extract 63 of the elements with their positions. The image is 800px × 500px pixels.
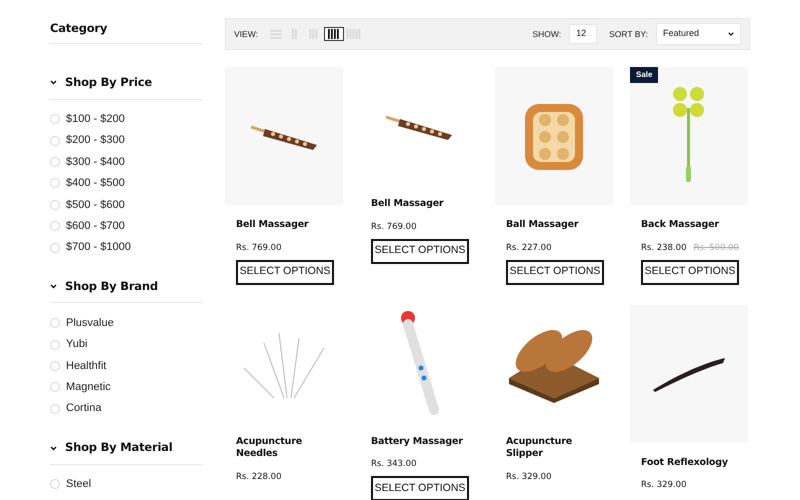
filter-option[interactable]: Plusvalue: [66, 314, 114, 332]
product-price: Rs. 238.00: [641, 242, 686, 255]
chevron-icon[interactable]: [50, 446, 57, 451]
filter-option[interactable]: Steel: [66, 476, 92, 493]
product-name[interactable]: Foot Reflexology: [641, 456, 748, 470]
product-name[interactable]: Acupuncture Needles: [236, 436, 316, 462]
filter-option[interactable]: $300 - $400: [66, 154, 125, 170]
radio-button[interactable]: [50, 360, 60, 371]
view-grid4-icon[interactable]: [324, 27, 344, 41]
chevron-icon[interactable]: [50, 80, 57, 86]
product-price: Rs. 769.00: [371, 220, 416, 234]
radio-button[interactable]: [50, 318, 60, 328]
select-options-button[interactable]: SELECT OPTIONS: [506, 260, 604, 285]
radio-button[interactable]: [50, 114, 60, 124]
filter-option[interactable]: Yubi: [66, 336, 88, 353]
radio-button[interactable]: [50, 382, 60, 392]
product-price: Rs. 769.00: [236, 242, 282, 255]
product-price: Rs. 329.00: [641, 479, 686, 492]
product-name[interactable]: Back Massager: [641, 219, 748, 232]
original-price: Rs. 500.00: [693, 242, 739, 255]
radio-button[interactable]: [50, 136, 60, 146]
show-label: SHOW:: [532, 28, 562, 40]
radio-button[interactable]: [50, 404, 60, 414]
product-name[interactable]: Battery Massager: [371, 436, 478, 448]
sale-badge: Sale: [630, 67, 658, 83]
radio-button[interactable]: [50, 156, 60, 167]
filter-heading: Shop By Material: [65, 439, 172, 456]
category-title: Category: [50, 18, 202, 44]
filter-option[interactable]: $100 - $200: [66, 110, 125, 128]
product-name[interactable]: Bell Massager: [371, 198, 478, 211]
filter-heading: Shop By Brand: [65, 278, 158, 296]
filter-option[interactable]: $500 - $600: [66, 196, 125, 213]
filter-option[interactable]: $200 - $300: [66, 132, 125, 149]
show-dropdown[interactable]: 12: [569, 24, 598, 44]
filter-heading: Shop By Price: [65, 74, 152, 92]
product-name[interactable]: Bell Massager: [236, 219, 343, 232]
radio-button[interactable]: [50, 479, 60, 490]
view-label: VIEW:: [234, 28, 258, 40]
filter-option[interactable]: Cortina: [66, 400, 102, 417]
product-price: Rs. 343.00: [371, 458, 416, 472]
radio-button[interactable]: [50, 221, 60, 232]
filter-option[interactable]: $400 - $500: [66, 175, 125, 192]
radio-button[interactable]: [50, 200, 60, 210]
caret-icon: [728, 32, 734, 36]
select-options-button[interactable]: SELECT OPTIONS: [371, 476, 469, 500]
sort-dropdown[interactable]: Featured: [656, 23, 741, 45]
select-options-button[interactable]: SELECT OPTIONS: [371, 238, 469, 264]
product-price: Rs. 228.00: [236, 471, 282, 484]
product-price: Rs. 329.00: [506, 471, 552, 484]
filter-option[interactable]: Magnetic: [66, 379, 111, 396]
product-price: Rs. 227.00: [506, 242, 552, 255]
product-name[interactable]: Acupuncture Slipper: [506, 436, 586, 462]
radio-button[interactable]: [50, 178, 60, 188]
radio-button[interactable]: [50, 340, 60, 350]
filter-option[interactable]: $600 - $700: [66, 218, 125, 234]
select-options-button[interactable]: SELECT OPTIONS: [641, 260, 739, 285]
radio-button[interactable]: [50, 242, 60, 253]
filter-option[interactable]: Healthfit: [66, 358, 106, 374]
filter-option[interactable]: $700 - $1000: [66, 239, 131, 256]
select-options-button[interactable]: SELECT OPTIONS: [236, 260, 334, 285]
sort-label: SORT BY:: [609, 28, 648, 40]
chevron-icon[interactable]: [50, 284, 57, 290]
product-name[interactable]: Ball Massager: [506, 219, 613, 232]
